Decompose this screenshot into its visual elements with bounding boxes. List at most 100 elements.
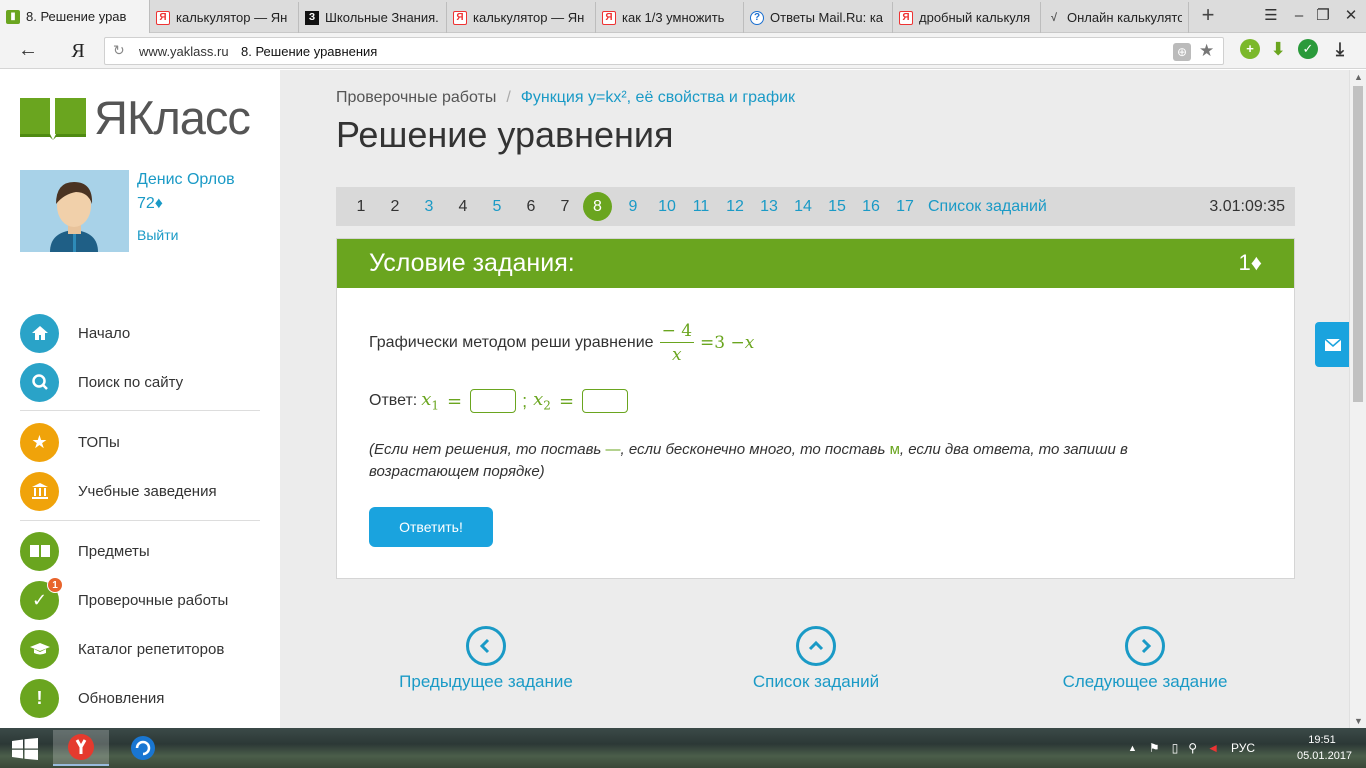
task-number-12[interactable]: 12 — [720, 187, 750, 226]
submit-answer-button[interactable]: Ответить! — [369, 507, 493, 547]
menu-divider — [20, 410, 260, 411]
battery-icon[interactable]: ▯ — [1172, 741, 1179, 755]
minimize-icon[interactable]: – — [1286, 4, 1312, 28]
sidebar-item-tests[interactable]: ✓ 1 Проверочные работы — [20, 576, 280, 620]
yandex-favicon-icon: Я — [899, 10, 913, 25]
clock-date: 05.01.2017 — [1297, 750, 1353, 762]
taskbar-app-2[interactable] — [115, 730, 171, 766]
yaklass-book-logo-icon[interactable] — [20, 96, 86, 140]
tab-znania[interactable]: З Школьные Знания. — [299, 2, 447, 33]
exclamation-icon: ! — [20, 678, 59, 718]
task-number-7[interactable]: 7 — [550, 187, 580, 226]
task-number-9[interactable]: 9 — [618, 187, 648, 226]
sidebar-item-schools[interactable]: Учебные заведения — [20, 471, 280, 511]
tray-expand-icon[interactable]: ▲ — [1128, 743, 1137, 753]
extension-plus-icon[interactable]: + — [1240, 39, 1260, 59]
bookmark-star-icon[interactable]: ★ — [1199, 41, 1214, 61]
task-number-3[interactable]: 3 — [414, 187, 444, 226]
yandex-favicon-icon: Я — [453, 10, 467, 25]
equals-sign: = — [447, 390, 463, 412]
prev-task-label[interactable]: Предыдущее задание — [356, 672, 616, 692]
logo-text[interactable]: ЯКласс — [94, 90, 251, 145]
x2-input[interactable] — [582, 389, 629, 413]
notification-badge: 1 — [47, 576, 63, 593]
task-number-10[interactable]: 10 — [652, 187, 682, 226]
sidebar-item-label: Обновления — [78, 689, 165, 707]
task-number-11[interactable]: 11 — [686, 187, 716, 226]
close-icon[interactable]: ✕ — [1338, 4, 1364, 28]
chevron-right-icon[interactable] — [1125, 626, 1165, 666]
restore-icon[interactable]: ❐ — [1310, 4, 1336, 28]
task-number-15[interactable]: 15 — [822, 187, 852, 226]
clock-time: 19:51 — [1308, 734, 1336, 746]
task-number-bar: 1 2 3 4 5 6 7 8 9 10 11 12 13 14 15 16 1… — [336, 187, 1295, 226]
task-number-16[interactable]: 16 — [856, 187, 886, 226]
task-number-8-current[interactable]: 8 — [583, 192, 612, 221]
sidebar-item-updates[interactable]: ! Обновления — [20, 678, 280, 718]
task-number-1[interactable]: 1 — [346, 187, 376, 226]
next-task-label[interactable]: Следующее задание — [1015, 672, 1275, 692]
yandex-logo-icon[interactable]: Я — [68, 39, 88, 63]
flag-icon[interactable]: ⚑ — [1149, 741, 1160, 755]
volume-muted-icon[interactable]: ◄ — [1207, 741, 1219, 755]
shield-check-icon[interactable]: ✓ — [1298, 39, 1318, 59]
task-number-6[interactable]: 6 — [516, 187, 546, 226]
tab-yaklass[interactable]: ▮ 8. Решение урав — [0, 0, 150, 33]
breadcrumb-root[interactable]: Проверочные работы — [336, 89, 496, 106]
back-arrow-icon[interactable]: ← — [16, 39, 40, 63]
new-tab-plus-icon[interactable]: + — [1196, 4, 1220, 28]
logout-link[interactable]: Выйти — [137, 227, 178, 243]
hint-part: (Если нет решения, то поставь — [369, 441, 606, 458]
scrollbar-thumb[interactable] — [1353, 86, 1363, 402]
yandex-favicon-icon: Я — [156, 10, 170, 25]
chevron-up-icon[interactable] — [796, 626, 836, 666]
sidebar-item-label: Поиск по сайту — [78, 373, 184, 391]
tab-yandex-multiply[interactable]: Я как 1/3 умножить — [596, 2, 744, 33]
feedback-mail-button[interactable] — [1315, 322, 1350, 367]
task-number-4[interactable]: 4 — [448, 187, 478, 226]
sidebar-item-tops[interactable]: ★ ТОПы — [20, 422, 280, 462]
tab-yandex-calculator[interactable]: Я калькулятор — Ян — [150, 2, 299, 33]
avatar[interactable] — [20, 170, 129, 252]
task-number-14[interactable]: 14 — [788, 187, 818, 226]
answer-label: Ответ: — [369, 392, 418, 409]
user-name[interactable]: Денис Орлов — [137, 171, 235, 189]
sidebar-item-search[interactable]: Поиск по сайту — [20, 362, 280, 402]
download-arrow-icon[interactable]: ⬇ — [1268, 39, 1288, 59]
downloads-icon[interactable]: ⤓ — [1330, 39, 1350, 59]
chevron-left-icon[interactable] — [466, 626, 506, 666]
tab-title: 8. Решение урав — [26, 9, 127, 24]
system-clock[interactable]: 19:51 05.01.2017 — [1297, 732, 1353, 764]
tab-yandex-calculator-2[interactable]: Я калькулятор — Ян — [447, 2, 596, 33]
next-task-link[interactable]: Следующее задание — [1015, 626, 1275, 692]
task-number-17[interactable]: 17 — [890, 187, 920, 226]
prev-task-link[interactable]: Предыдущее задание — [356, 626, 616, 692]
reload-icon[interactable]: ↻ — [113, 42, 125, 59]
task-number-2[interactable]: 2 — [380, 187, 410, 226]
taskbar-yandex-browser[interactable] — [53, 730, 109, 766]
sidebar-item-subjects[interactable]: Предметы — [20, 531, 280, 571]
task-list-label[interactable]: Список заданий — [686, 672, 946, 692]
task-number-5[interactable]: 5 — [482, 187, 512, 226]
home-icon — [20, 313, 59, 353]
task-list-nav-link[interactable]: Список заданий — [686, 626, 946, 692]
tab-mailru-answers[interactable]: ? Ответы Mail.Ru: ка — [744, 2, 893, 33]
windows-start-icon[interactable] — [12, 738, 38, 760]
tray-language[interactable]: РУС — [1231, 741, 1255, 755]
tab-fraction-calculator[interactable]: Я дробный калькуля — [893, 2, 1041, 33]
url-field[interactable]: ↻ www.yaklass.ru 8. Решение уравнения ⊕ … — [104, 37, 1224, 65]
task-list-link[interactable]: Список заданий — [928, 187, 1047, 226]
browser-menu-icon[interactable]: ☰ — [1258, 4, 1284, 28]
x1-input[interactable] — [470, 389, 517, 413]
page-scrollbar[interactable]: ▲ ▼ — [1349, 70, 1366, 728]
breadcrumb-current[interactable]: Функция y=kx², её свойства и график — [521, 89, 795, 106]
tab-title: как 1/3 умножить — [622, 10, 725, 25]
sidebar-item-home[interactable]: Начало — [20, 313, 280, 353]
task-number-13[interactable]: 13 — [754, 187, 784, 226]
scroll-up-arrow-icon[interactable]: ▲ — [1354, 72, 1363, 82]
tab-online-calculator[interactable]: √ Онлайн калькулято — [1041, 2, 1189, 33]
sidebar-item-tutors[interactable]: Каталог репетиторов — [20, 629, 280, 669]
scroll-down-arrow-icon[interactable]: ▼ — [1354, 716, 1363, 726]
translate-icon[interactable]: ⊕ — [1173, 43, 1191, 61]
network-icon[interactable]: ⚲ — [1188, 741, 1197, 755]
